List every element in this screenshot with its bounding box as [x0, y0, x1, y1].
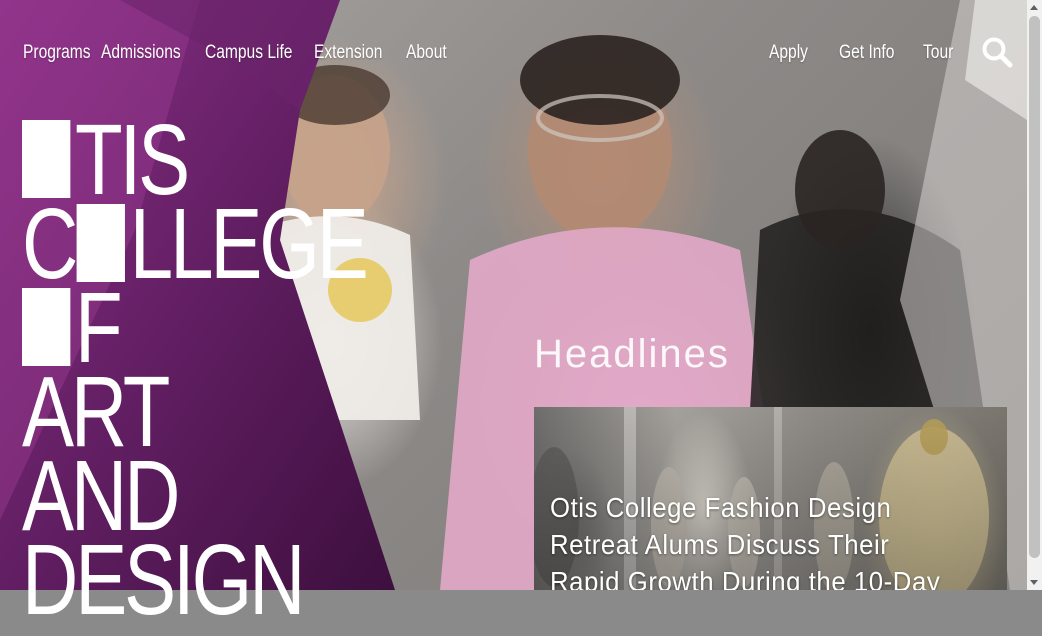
otis-logo[interactable]: TIS C LLEGE F ART AND DESIGN — [22, 110, 463, 636]
scroll-up-icon[interactable] — [1030, 5, 1038, 10]
search-button[interactable] — [981, 36, 1013, 68]
logo-line-college: C LLEGE — [22, 188, 369, 300]
headlines-heading: Headlines — [534, 332, 730, 376]
scroll-down-icon[interactable] — [1030, 580, 1038, 585]
headline-card-title[interactable]: Otis College Fashion Design Retreat Alum… — [550, 489, 964, 590]
nav-campus-life[interactable]: Campus Life — [205, 42, 298, 64]
nav-extension[interactable]: Extension — [314, 42, 393, 64]
logo-line-design: DESIGN — [22, 524, 305, 636]
nav-about[interactable]: About — [406, 42, 455, 64]
main-nav: Programs Admissions Campus Life Extensio… — [23, 37, 462, 69]
utility-nav: Apply Get Info Tour — [769, 37, 963, 69]
logo-square — [76, 204, 126, 282]
vertical-scrollbar[interactable] — [1027, 0, 1042, 590]
scroll-thumb[interactable] — [1029, 16, 1040, 558]
headline-card[interactable]: Otis College Fashion Design Retreat Alum… — [534, 407, 1007, 590]
logo-square — [22, 288, 71, 366]
nav-get-info[interactable]: Get Info — [839, 42, 908, 64]
nav-tour[interactable]: Tour — [923, 42, 956, 64]
nav-programs[interactable]: Programs — [23, 42, 91, 64]
search-icon — [982, 37, 1013, 68]
logo-square — [22, 120, 71, 198]
nav-apply[interactable]: Apply — [769, 42, 826, 64]
nav-admissions[interactable]: Admissions — [101, 42, 190, 64]
